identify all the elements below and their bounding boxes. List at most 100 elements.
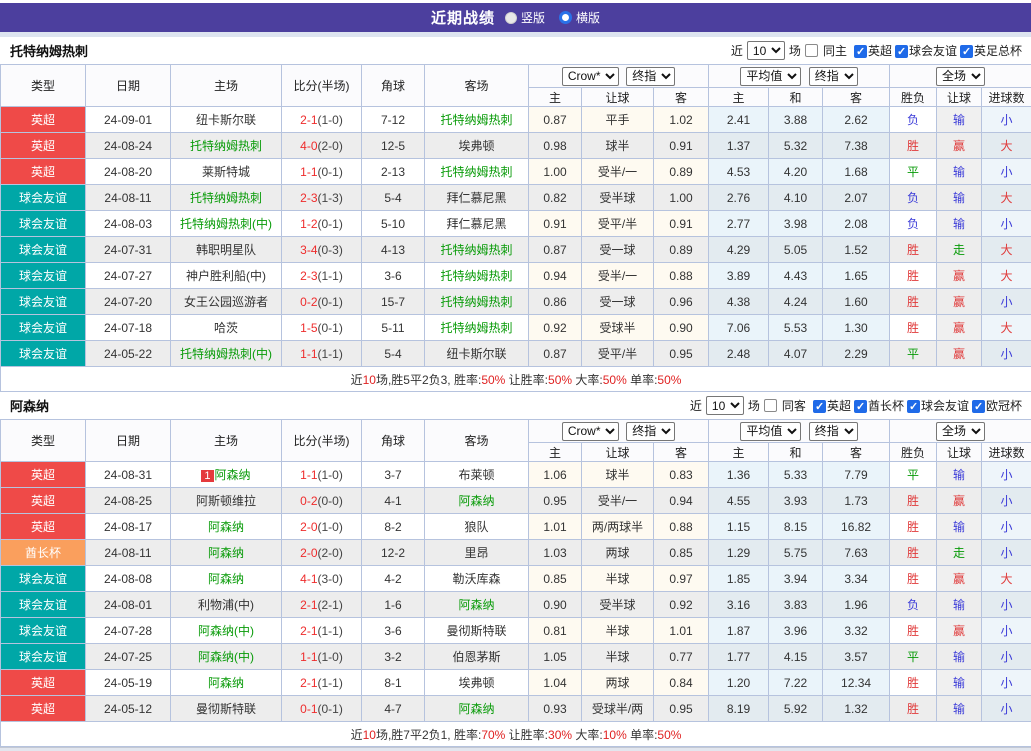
handicap-odds-value: 0.83 — [654, 462, 709, 488]
full-time-score: 2-1 — [300, 676, 317, 690]
result-flag: 小 — [982, 462, 1031, 488]
europe-odds-value: 7.79 — [823, 462, 890, 488]
league-checkbox[interactable] — [854, 400, 867, 413]
home-team-cell: 韩职明星队 — [171, 237, 282, 263]
avg-odds-select[interactable]: 平均值 — [740, 67, 801, 86]
match-type-badge: 球会友谊 — [1, 289, 86, 315]
sub-col-header: 主 — [709, 88, 769, 107]
full-time-score: 2-1 — [300, 598, 317, 612]
home-team-cell: 阿斯顿维拉 — [171, 488, 282, 514]
away-team-cell: 伯恩茅斯 — [425, 644, 529, 670]
same-venue-checkbox[interactable] — [764, 399, 777, 412]
match-score-cell: 1-5(0-1) — [282, 315, 362, 341]
odds-company-select[interactable]: Crow* — [562, 422, 619, 441]
sub-col-header: 和 — [769, 443, 823, 462]
europe-odds-value: 1.87 — [709, 618, 769, 644]
europe-odds-value: 4.24 — [769, 289, 823, 315]
handicap-odds-value: 1.02 — [654, 107, 709, 133]
match-type-badge: 英超 — [1, 133, 86, 159]
matches-table: 类型 日期 主场 比分(半场) 角球 客场 Crow* 终指 平均值 终指 — [0, 419, 1031, 747]
handicap-odds-value: 受半球 — [582, 592, 654, 618]
handicap-odds-value: 0.94 — [529, 263, 582, 289]
league-checkbox[interactable] — [972, 400, 985, 413]
match-count-select[interactable]: 10 — [747, 41, 785, 60]
col-score: 比分(半场) — [282, 65, 362, 107]
match-score-cell: 2-3(1-3) — [282, 185, 362, 211]
europe-odds-value: 3.98 — [769, 211, 823, 237]
match-row: 英超24-08-24托特纳姆热刺4-0(2-0)12-5埃弗顿0.98球半0.9… — [1, 133, 1031, 159]
col-away: 客场 — [425, 420, 529, 462]
match-date: 24-08-31 — [86, 462, 171, 488]
sub-col-header: 让球 — [937, 443, 982, 462]
radio-vertical-icon[interactable] — [505, 12, 517, 24]
handicap-odds-value: 受平/半 — [582, 341, 654, 367]
league-checkbox-label: 酋长杯 — [868, 399, 904, 413]
match-date: 24-09-01 — [86, 107, 171, 133]
match-score-cell: 2-1(1-1) — [282, 618, 362, 644]
match-row: 球会友谊24-08-11托特纳姆热刺2-3(1-3)5-4拜仁慕尼黑0.82受半… — [1, 185, 1031, 211]
corner-count: 3-2 — [362, 644, 425, 670]
result-flag: 小 — [982, 211, 1031, 237]
scope-select[interactable]: 全场 — [936, 422, 985, 441]
handicap-odds-value: 1.05 — [529, 644, 582, 670]
europe-odds-value: 2.62 — [823, 107, 890, 133]
corner-count: 12-2 — [362, 540, 425, 566]
radio-horizontal-icon[interactable] — [559, 11, 572, 24]
league-checkbox[interactable] — [813, 400, 826, 413]
home-team-cell: 莱斯特城 — [171, 159, 282, 185]
radio-item-horizontal[interactable]: 横版 — [559, 9, 600, 26]
scope-select[interactable]: 全场 — [936, 67, 985, 86]
league-checkbox[interactable] — [895, 45, 908, 58]
avg-stage-select[interactable]: 终指 — [809, 67, 858, 86]
europe-odds-value: 3.96 — [769, 618, 823, 644]
odds-stage-select[interactable]: 终指 — [626, 67, 675, 86]
home-team-name: 神户胜利船(中) — [186, 269, 266, 283]
home-team-name: 女王公园巡游者 — [184, 295, 268, 309]
same-venue-checkbox[interactable] — [805, 44, 818, 57]
league-checkbox[interactable] — [907, 400, 920, 413]
result-flag: 赢 — [937, 263, 982, 289]
avg-stage-select[interactable]: 终指 — [809, 422, 858, 441]
result-flag: 负 — [890, 592, 937, 618]
handicap-odds-value: 0.84 — [654, 670, 709, 696]
league-checkbox[interactable] — [854, 45, 867, 58]
match-count-select[interactable]: 10 — [706, 396, 744, 415]
handicap-odds-value: 0.88 — [654, 263, 709, 289]
europe-odds-value: 3.89 — [709, 263, 769, 289]
half-time-score: (1-0) — [318, 650, 343, 664]
half-time-score: (1-0) — [318, 468, 343, 482]
team-name: 托特纳姆热刺 — [10, 41, 88, 60]
full-time-score: 0-2 — [300, 295, 317, 309]
match-score-cell: 2-1(2-1) — [282, 592, 362, 618]
handicap-odds-value: 1.01 — [529, 514, 582, 540]
rank-badge: 1 — [201, 470, 213, 482]
home-team-name: 托特纳姆热刺 — [190, 139, 262, 153]
radio-item-vertical[interactable]: 竖版 — [505, 9, 545, 26]
match-type-badge: 球会友谊 — [1, 592, 86, 618]
sub-col-header: 进球数 — [982, 443, 1031, 462]
away-team-cell: 埃弗顿 — [425, 670, 529, 696]
away-team-cell: 纽卡斯尔联 — [425, 341, 529, 367]
europe-odds-value: 1.65 — [823, 263, 890, 289]
europe-odds-value: 1.77 — [709, 644, 769, 670]
avg-odds-select[interactable]: 平均值 — [740, 422, 801, 441]
match-score-cell: 2-3(1-1) — [282, 263, 362, 289]
handicap-odds-value: 0.89 — [654, 237, 709, 263]
odds-stage-select[interactable]: 终指 — [626, 422, 675, 441]
match-type-badge: 英超 — [1, 107, 86, 133]
league-checkbox[interactable] — [960, 45, 973, 58]
europe-odds-value: 3.34 — [823, 566, 890, 592]
home-team-cell: 纽卡斯尔联 — [171, 107, 282, 133]
match-date: 24-08-24 — [86, 133, 171, 159]
europe-odds-value: 1.60 — [823, 289, 890, 315]
odds-company-select[interactable]: Crow* — [562, 67, 619, 86]
handicap-odds-value: 0.92 — [529, 315, 582, 341]
result-flag: 平 — [890, 644, 937, 670]
away-team-cell: 托特纳姆热刺 — [425, 315, 529, 341]
result-flag: 大 — [982, 133, 1031, 159]
summary-row: 近10场,胜7平2负1, 胜率:70% 让胜率:30% 大率:10% 单率:50… — [1, 722, 1031, 747]
handicap-odds-value: 两球 — [582, 670, 654, 696]
summary-text: 场,胜5平2负3, 胜率: — [376, 373, 481, 387]
europe-odds-value: 4.15 — [769, 644, 823, 670]
half-time-score: (1-1) — [318, 347, 343, 361]
